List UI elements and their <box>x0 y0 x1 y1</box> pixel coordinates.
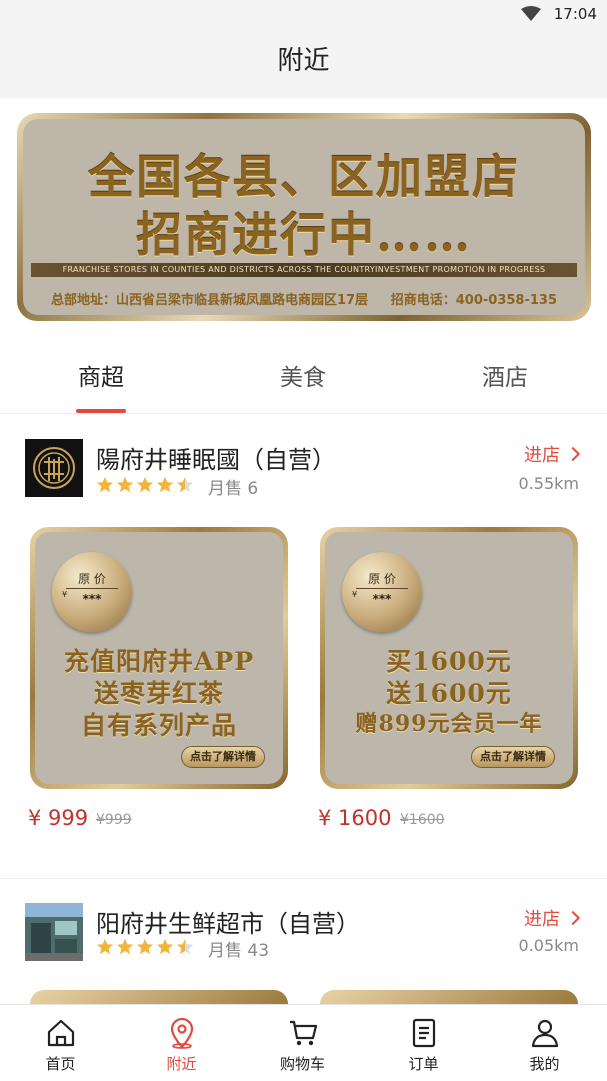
nav-orders-label: 订单 <box>408 1055 439 1073</box>
nav-orders[interactable]: 订单 <box>363 1005 484 1081</box>
location-pin-icon <box>170 1017 194 1049</box>
status-bar: 17:04 <box>0 0 607 30</box>
coin-label: 原 价 <box>78 572 106 586</box>
original-price: ¥1600 <box>400 812 445 828</box>
star-rating <box>96 474 196 494</box>
product-line: 买1600元 <box>386 647 512 676</box>
monthly-sales: 月售 43 <box>208 941 270 961</box>
banner-address: 总部地址：山西省吕梁市临县新城凤凰路电商园区17层 <box>51 293 369 308</box>
details-button[interactable]: 点击了解详情 <box>471 746 555 768</box>
product-line: 送1600元 <box>386 679 512 708</box>
nav-profile[interactable]: 我的 <box>484 1005 605 1081</box>
product-price: ¥ 1600 <box>318 806 392 830</box>
star-icon <box>136 476 154 492</box>
product-line: 送枣芽红茶 <box>93 679 224 708</box>
product-card[interactable]: 原 价 ¥ *** 买1600元 送1600元 赠899元会员一年 点击了解详情 <box>320 527 578 789</box>
page-title: 附近 <box>0 30 607 98</box>
coin-label: 原 价 <box>368 572 396 586</box>
order-list-icon <box>412 1018 436 1048</box>
banner-english-strip: FRANCHISE STORES IN COUNTIES AND DISTRIC… <box>31 263 577 277</box>
product-price: ¥ 999 <box>28 806 89 830</box>
nav-profile-label: 我的 <box>529 1055 560 1073</box>
store-name[interactable]: 陽府井睡眠國（自营） <box>96 440 336 475</box>
bottom-navigation: 首页 附近 购物车 订单 我的 <box>0 1004 607 1080</box>
nav-nearby-label: 附近 <box>166 1055 197 1073</box>
franchise-banner[interactable]: 全国各县、区加盟店 招商进行中…… FRANCHISE STORES IN CO… <box>17 113 591 321</box>
store-name[interactable]: 阳府井生鲜超市（自营） <box>96 904 360 939</box>
tab-supermarket[interactable]: 商超 <box>78 358 124 392</box>
banner-headline: 全国各县、区加盟店 <box>88 150 520 204</box>
nav-home-label: 首页 <box>45 1055 76 1073</box>
store-distance: 0.05km <box>518 936 579 955</box>
cart-icon <box>290 1020 318 1046</box>
section-divider <box>0 878 607 879</box>
wifi-icon <box>521 6 541 21</box>
enter-store-label: 进店 <box>524 445 560 466</box>
enter-store-label: 进店 <box>524 909 560 930</box>
details-button[interactable]: 点击了解详情 <box>181 746 265 768</box>
nav-cart[interactable]: 购物车 <box>242 1005 363 1081</box>
enter-store-link[interactable]: 进店 <box>524 905 581 931</box>
home-icon <box>47 1019 75 1047</box>
star-icon <box>116 476 134 492</box>
original-price: ¥999 <box>96 812 132 828</box>
user-icon <box>531 1019 559 1048</box>
store-logo[interactable] <box>25 439 83 497</box>
store-photo[interactable] <box>25 903 83 961</box>
banner-subheadline: 招商进行中…… <box>136 208 472 262</box>
chevron-right-icon <box>565 446 581 462</box>
product-card[interactable]: 原 价 ¥ *** 充值阳府井APP 送枣芽红茶 自有系列产品 点击了解详情 <box>30 527 288 789</box>
tab-food[interactable]: 美食 <box>280 358 326 392</box>
half-star-icon <box>176 938 194 954</box>
star-icon <box>96 938 114 954</box>
original-price-coin: 原 价 ¥ *** <box>342 552 422 632</box>
star-icon <box>136 938 154 954</box>
tab-hotel[interactable]: 酒店 <box>482 358 528 392</box>
product-card-peek[interactable] <box>320 990 578 1004</box>
half-star-icon <box>176 476 194 492</box>
chevron-right-icon <box>565 910 581 926</box>
monthly-sales: 月售 6 <box>208 479 259 499</box>
star-icon <box>96 476 114 492</box>
product-line: 赠899元会员一年 <box>355 711 543 737</box>
original-price-coin: 原 价 ¥ *** <box>52 552 132 632</box>
nav-nearby[interactable]: 附近 <box>121 1005 242 1081</box>
product-line: 充值阳府井APP <box>64 647 254 676</box>
star-icon <box>156 938 174 954</box>
star-icon <box>156 476 174 492</box>
nav-home[interactable]: 首页 <box>0 1005 121 1081</box>
nav-cart-label: 购物车 <box>279 1055 325 1073</box>
star-rating <box>96 936 196 956</box>
active-tab-indicator <box>76 409 126 413</box>
coin-value: *** <box>82 592 102 606</box>
category-tabs: 商超 美食 酒店 <box>0 340 607 414</box>
status-time: 17:04 <box>553 5 597 23</box>
enter-store-link[interactable]: 进店 <box>524 441 581 467</box>
coin-value: *** <box>372 592 392 606</box>
star-icon <box>116 938 134 954</box>
banner-phone: 招商电话：400-0358-135 <box>390 293 557 308</box>
store-distance: 0.55km <box>518 474 579 493</box>
product-line: 自有系列产品 <box>80 711 237 740</box>
product-card-peek[interactable] <box>30 990 288 1004</box>
